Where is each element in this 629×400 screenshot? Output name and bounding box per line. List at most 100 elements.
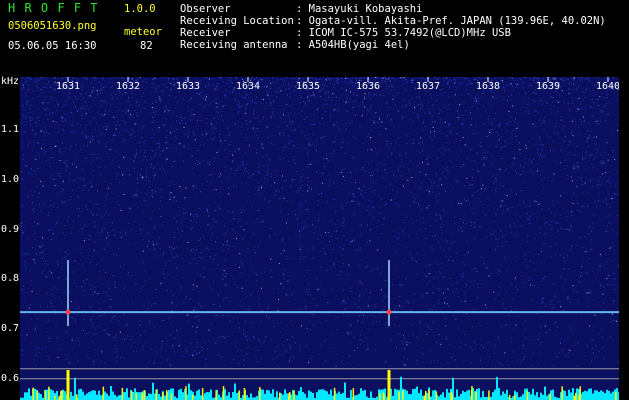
noise-dot — [23, 154, 24, 156]
noise-dot — [510, 309, 512, 311]
noise-dot — [495, 213, 497, 215]
noise-dot — [173, 248, 175, 249]
noise-dot — [611, 246, 613, 248]
noise-dot — [205, 364, 207, 366]
noise-dot — [200, 119, 202, 121]
noise-dot — [99, 324, 101, 326]
noise-dot — [500, 149, 502, 151]
noise-dot — [263, 99, 264, 100]
noise-dot — [439, 226, 441, 228]
noise-dot — [411, 142, 413, 144]
noise-dot — [504, 146, 506, 148]
noise-dot — [452, 291, 454, 293]
noise-dot — [114, 77, 116, 79]
noise-dot — [472, 326, 473, 328]
noise-dot — [255, 252, 256, 254]
noise-dot — [256, 77, 257, 79]
noise-dot — [148, 323, 150, 325]
noise-dot — [34, 221, 36, 223]
noise-dot — [242, 123, 244, 125]
noise-dot — [262, 220, 264, 222]
noise-dot — [337, 79, 339, 81]
noise-dot — [242, 161, 244, 163]
noise-dot — [448, 305, 449, 307]
noise-dot — [351, 120, 353, 122]
histogram-peak — [435, 391, 438, 400]
noise-dot — [130, 138, 132, 139]
noise-dot — [585, 251, 587, 253]
noise-dot — [572, 88, 574, 90]
noise-dot — [356, 346, 358, 348]
noise-dot — [445, 77, 447, 79]
noise-dot — [599, 191, 601, 193]
noise-dot — [318, 193, 320, 195]
noise-dot — [544, 276, 546, 278]
noise-dot — [383, 164, 385, 166]
noise-dot — [209, 227, 211, 229]
noise-dot — [426, 77, 427, 79]
noise-dot — [115, 337, 116, 339]
noise-dot — [159, 284, 161, 286]
noise-dot — [83, 178, 85, 180]
noise-dot — [66, 332, 68, 334]
noise-dot — [72, 115, 74, 117]
noise-dot — [239, 252, 241, 254]
noise-dot — [296, 191, 298, 193]
noise-dot — [550, 150, 551, 152]
histogram-peak — [398, 391, 400, 400]
noise-dot — [353, 194, 354, 196]
histogram-bar — [590, 388, 592, 400]
noise-dot — [529, 276, 531, 278]
noise-dot — [27, 99, 29, 101]
noise-dot — [407, 235, 409, 237]
noise-dot — [400, 175, 402, 177]
noise-dot — [317, 200, 319, 202]
noise-dot — [592, 227, 594, 229]
noise-dot — [406, 104, 408, 106]
noise-dot — [20, 171, 22, 173]
noise-dot — [165, 158, 167, 160]
noise-dot — [514, 234, 516, 236]
noise-dot — [62, 180, 64, 182]
noise-dot — [107, 126, 109, 128]
noise-dot — [554, 213, 556, 215]
noise-dot — [113, 77, 115, 79]
noise-dot — [363, 197, 365, 199]
noise-dot — [582, 90, 584, 92]
noise-dot — [118, 166, 120, 168]
noise-dot — [196, 285, 198, 287]
noise-dot — [208, 174, 210, 176]
noise-dot — [74, 318, 76, 320]
noise-dot — [474, 341, 476, 343]
noise-dot — [405, 188, 407, 190]
noise-dot — [246, 222, 248, 224]
histogram-peak — [185, 386, 187, 400]
noise-dot — [406, 341, 408, 343]
noise-dot — [543, 155, 545, 157]
noise-dot — [600, 110, 602, 112]
noise-dot — [357, 306, 359, 307]
noise-dot — [241, 105, 243, 107]
noise-dot — [495, 145, 497, 147]
noise-dot — [605, 253, 607, 255]
noise-dot — [24, 117, 26, 119]
noise-dot — [466, 200, 467, 202]
noise-dot — [593, 325, 595, 327]
noise-dot — [574, 220, 575, 222]
noise-dot — [417, 195, 419, 197]
noise-dot — [578, 132, 580, 134]
noise-dot — [248, 346, 250, 348]
noise-dot — [445, 241, 447, 243]
noise-dot — [45, 83, 47, 85]
noise-dot — [504, 90, 506, 91]
noise-dot — [568, 81, 570, 83]
noise-dot — [21, 179, 23, 180]
noise-dot — [43, 250, 44, 252]
noise-dot — [123, 159, 125, 161]
noise-dot — [27, 173, 29, 175]
noise-dot — [303, 78, 305, 80]
noise-dot — [189, 263, 191, 265]
noise-dot — [37, 142, 39, 144]
noise-dot — [42, 348, 44, 350]
noise-dot — [606, 93, 607, 95]
